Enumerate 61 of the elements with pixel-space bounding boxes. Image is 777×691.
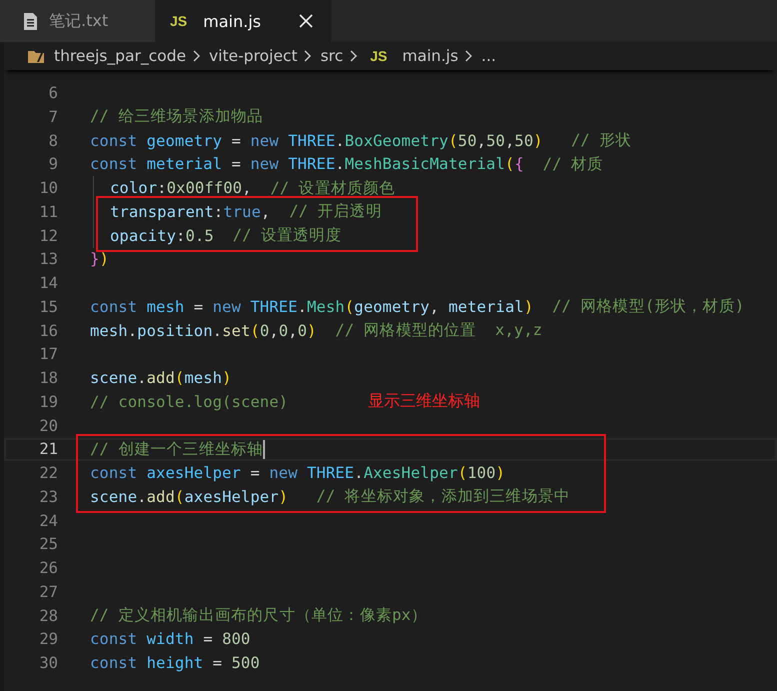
line-number: 27 [38,582,58,601]
line-number: 29 [38,630,58,648]
line-number: 13 [38,250,58,268]
line-number: 21 [38,440,58,458]
chevron-icon [192,49,201,63]
line-number: 30 [38,654,58,672]
breadcrumb-item[interactable]: threejs_par_code [54,47,186,65]
breadcrumb-item[interactable]: src [320,47,344,65]
line-number: 12 [38,226,58,245]
line-number: 25 [38,535,58,554]
line-number: 23 [38,488,58,506]
code-line: transparent:true, // 开启透明 [93,200,382,224]
line-number: 9 [48,155,58,174]
line-number: 11 [38,202,58,221]
code-line: const meterial = new THREE.MeshBasicMaterial({ // 材质 [90,154,604,176]
code-line: }) [90,249,109,270]
line-number: 24 [38,512,58,530]
code-line: color:0x00ff00, // 设置材质颜色 [93,176,396,200]
code-line: opacity:0.5 // 设置透明度 [93,224,342,248]
close-icon [298,14,313,28]
tab-label: main.js [203,12,261,30]
code-line: scene.add(axesHelper) // 将坐标对象，添加到三维场景中 [90,486,570,508]
line-number: 7 [48,108,58,126]
line-number: 26 [38,559,58,578]
editor-tab[interactable]: JS main.js [155,0,331,42]
code-line: const height = 500 [90,653,260,674]
line-number: 14 [38,274,58,292]
code-line: // 创建一个三维坐标轴 [90,438,266,461]
breadcrumb-item[interactable]: main.js [402,47,458,65]
line-number: 28 [38,606,58,625]
line-number: 19 [38,392,58,411]
code-line: // console.log(scene) [90,392,288,413]
close-button[interactable] [296,12,315,30]
chevron-icon [303,49,312,63]
line-number: 22 [38,464,58,482]
annotation-label: 显示三维坐标轴 [368,391,480,412]
breadcrumb-item[interactable]: ... [481,47,496,65]
line-number: 8 [48,132,58,150]
code-line: // 给三维场景添加物品 [90,106,264,128]
chevron-icon [349,49,358,63]
code-line: const geometry = new THREE.BoxGeometry(50,50,50) // 形状 [90,130,632,152]
code-line: const width = 800 [90,629,250,650]
line-number: 17 [38,345,58,364]
code-line: const mesh = new THREE.Mesh(geometry, meterial) // 网格模型(形状，材质) [90,296,744,318]
line-number: 15 [38,298,58,316]
code-line: scene.add(mesh) [90,368,232,390]
editor-tab[interactable]: 笔记.txt [0,0,155,42]
code-line: // 定义相机输出画布的尺寸（单位：像素px） [90,605,427,626]
line-number: 18 [38,369,58,388]
line-number: 16 [38,322,58,340]
line-number: 6 [48,84,58,102]
code-line: mesh.position.set(0,0,0) // 网格模型的位置 x,y,z [90,320,542,342]
tab-label: 笔记.txt [49,10,108,32]
chevron-icon [464,49,474,63]
code-line: const axesHelper = new THREE.AxesHelper(100) [90,463,506,484]
line-number: 10 [38,179,58,198]
file-icon [22,12,39,30]
breadcrumb-item[interactable]: vite-project [208,47,298,65]
line-number: 20 [38,416,58,435]
file-type-label: JS [370,48,388,64]
file-type-label: JS [170,13,188,29]
